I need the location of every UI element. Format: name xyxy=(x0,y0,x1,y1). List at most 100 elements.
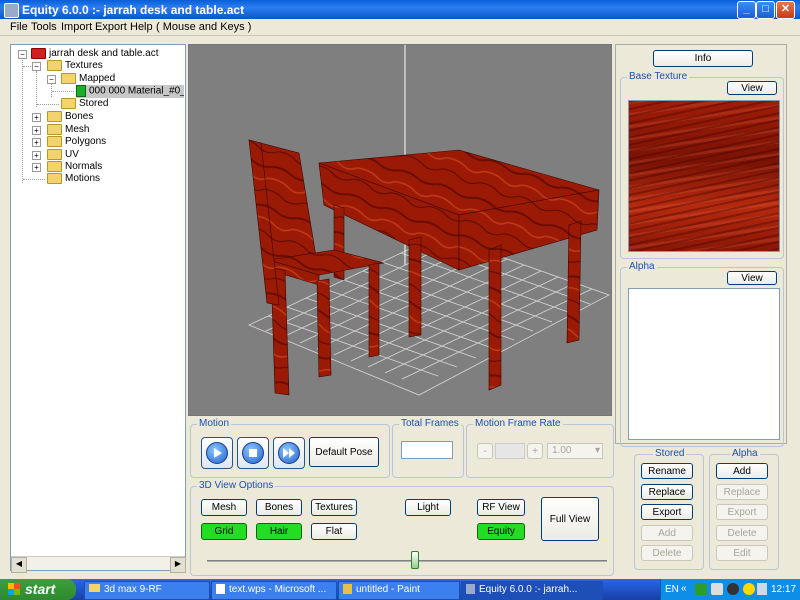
folder-icon xyxy=(61,73,76,84)
title-bar[interactable]: Equity 6.0.0 :- jarrah desk and table.ac… xyxy=(0,0,800,19)
tray-messenger-icon[interactable] xyxy=(711,583,723,595)
alpha-export-button[interactable]: Export xyxy=(716,504,768,520)
task-item-equity[interactable]: Equity 6.0.0 :- jarrah... xyxy=(461,581,603,600)
tree-expand-bones[interactable]: + xyxy=(32,113,41,122)
rf-view-button[interactable]: RF View xyxy=(477,499,525,516)
menu-file[interactable]: File xyxy=(10,21,28,33)
right-panel: Info Base Texture View Alpha View xyxy=(615,44,787,447)
stored-replace-button[interactable]: Replace xyxy=(641,484,693,500)
play-button[interactable] xyxy=(201,437,233,469)
light-button[interactable]: Light xyxy=(405,499,451,516)
folder-icon xyxy=(47,136,62,147)
language-indicator[interactable]: EN xyxy=(665,584,679,595)
texture-file-icon xyxy=(76,85,86,97)
alpha-replace-button[interactable]: Replace xyxy=(716,484,768,500)
folder-icon xyxy=(47,173,62,184)
minimize-button[interactable]: _ xyxy=(737,1,756,19)
flat-button[interactable]: Flat xyxy=(311,523,357,540)
mesh-button[interactable]: Mesh xyxy=(201,499,247,516)
app-icon xyxy=(4,3,19,18)
tree-item-mapped[interactable]: Mapped xyxy=(61,73,115,84)
grid-toggle[interactable]: Grid xyxy=(201,523,247,540)
tree-item-polygons[interactable]: Polygons xyxy=(47,136,106,147)
total-frames-group: Total Frames xyxy=(392,418,464,478)
tree-collapse-mapped[interactable]: − xyxy=(47,75,56,84)
slider-track[interactable] xyxy=(207,560,607,562)
menu-mouse-and-keys[interactable]: ( Mouse and Keys ) xyxy=(156,21,251,33)
scroll-right-icon[interactable]: ▶ xyxy=(170,557,186,573)
stored-export-button[interactable]: Export xyxy=(641,504,693,520)
base-texture-view-button[interactable]: View xyxy=(727,81,777,95)
system-tray: EN « 12:17 xyxy=(660,579,800,600)
folder-icon xyxy=(31,48,46,59)
tree-collapse-textures[interactable]: − xyxy=(32,62,41,71)
folder-icon xyxy=(47,124,62,135)
frame-rate-plus-button[interactable]: + xyxy=(527,443,543,459)
info-button[interactable]: Info xyxy=(653,50,753,67)
tree-expand-polygons[interactable]: + xyxy=(32,138,41,147)
tree-item-uv[interactable]: UV xyxy=(47,149,79,160)
tree-item-motions[interactable]: Motions xyxy=(47,173,100,184)
total-frames-input[interactable] xyxy=(401,441,453,459)
frame-rate-minus-button[interactable]: - xyxy=(477,443,493,459)
speaker-icon[interactable] xyxy=(757,583,767,595)
tree-expand-uv[interactable]: + xyxy=(32,151,41,160)
maximize-button[interactable]: □ xyxy=(756,1,775,19)
frame-rate-group: Motion Frame Rate - + 1.00 ▾ xyxy=(466,418,614,478)
tree-item-root[interactable]: jarrah desk and table.act xyxy=(31,48,159,59)
windows-logo-icon xyxy=(8,583,20,595)
tray-arrow-icon[interactable]: « xyxy=(681,583,687,594)
slider-thumb[interactable] xyxy=(411,551,419,569)
default-pose-button[interactable]: Default Pose xyxy=(309,437,379,467)
close-button[interactable]: ✕ xyxy=(776,1,795,19)
menu-tools[interactable]: Tools xyxy=(31,21,57,33)
task-item-3dmax[interactable]: 3d max 9-RF xyxy=(84,581,210,600)
menu-help[interactable]: Help xyxy=(130,21,153,33)
stop-icon xyxy=(249,449,257,457)
equity-toggle[interactable]: Equity xyxy=(477,523,525,540)
stop-button[interactable] xyxy=(237,437,269,469)
tray-security-icon[interactable] xyxy=(743,583,755,595)
folder-icon xyxy=(61,98,76,109)
tree-expand-mesh[interactable]: + xyxy=(32,126,41,135)
tree-collapse-root[interactable]: − xyxy=(18,50,27,59)
base-texture-legend: Base Texture xyxy=(627,71,690,82)
frame-rate-legend: Motion Frame Rate xyxy=(473,418,563,429)
full-view-button[interactable]: Full View xyxy=(541,497,599,541)
hair-toggle[interactable]: Hair xyxy=(256,523,302,540)
tree-item-textures[interactable]: Textures xyxy=(47,60,103,71)
frame-rate-select[interactable]: 1.00 ▾ xyxy=(547,443,603,459)
alpha-edit-button[interactable]: Edit xyxy=(716,545,768,561)
menu-import[interactable]: Import xyxy=(61,21,92,33)
tree-horizontal-scrollbar[interactable]: ◀ ▶ xyxy=(11,556,186,573)
tray-m-icon[interactable] xyxy=(727,583,739,595)
tree-item-normals[interactable]: Normals xyxy=(47,161,102,172)
alpha-view-button[interactable]: View xyxy=(727,271,777,285)
stored-add-button[interactable]: Add xyxy=(641,525,693,541)
scroll-left-icon[interactable]: ◀ xyxy=(11,557,27,573)
frame-rate-display xyxy=(495,443,525,459)
task-item-paint[interactable]: untitled - Paint xyxy=(338,581,460,600)
start-button[interactable]: start xyxy=(0,579,76,600)
scene-tree[interactable]: − jarrah desk and table.act − Textures −… xyxy=(10,44,186,573)
3d-viewport[interactable] xyxy=(188,44,612,416)
menu-export[interactable]: Export xyxy=(95,21,127,33)
alpha-delete-button[interactable]: Delete xyxy=(716,525,768,541)
view-options-legend: 3D View Options xyxy=(197,480,276,491)
stored-delete-button[interactable]: Delete xyxy=(641,545,693,561)
tree-item-material[interactable]: 000 000 Material_#0_N xyxy=(76,85,184,98)
clock[interactable]: 12:17 xyxy=(771,584,796,595)
alpha-add-button[interactable]: Add xyxy=(716,463,768,479)
tree-expand-normals[interactable]: + xyxy=(32,163,41,172)
tray-app-icon[interactable] xyxy=(695,583,707,595)
task-item-text-wps[interactable]: text.wps - Microsoft ... xyxy=(211,581,337,600)
tree-item-bones[interactable]: Bones xyxy=(47,111,93,122)
app-icon xyxy=(466,584,475,595)
bones-button[interactable]: Bones xyxy=(256,499,302,516)
stored-rename-button[interactable]: Rename xyxy=(641,463,693,479)
tree-item-mesh[interactable]: Mesh xyxy=(47,124,89,135)
tree-item-stored[interactable]: Stored xyxy=(61,98,108,109)
textures-button[interactable]: Textures xyxy=(311,499,357,516)
folder-icon xyxy=(47,149,62,160)
fast-forward-button[interactable] xyxy=(273,437,305,469)
